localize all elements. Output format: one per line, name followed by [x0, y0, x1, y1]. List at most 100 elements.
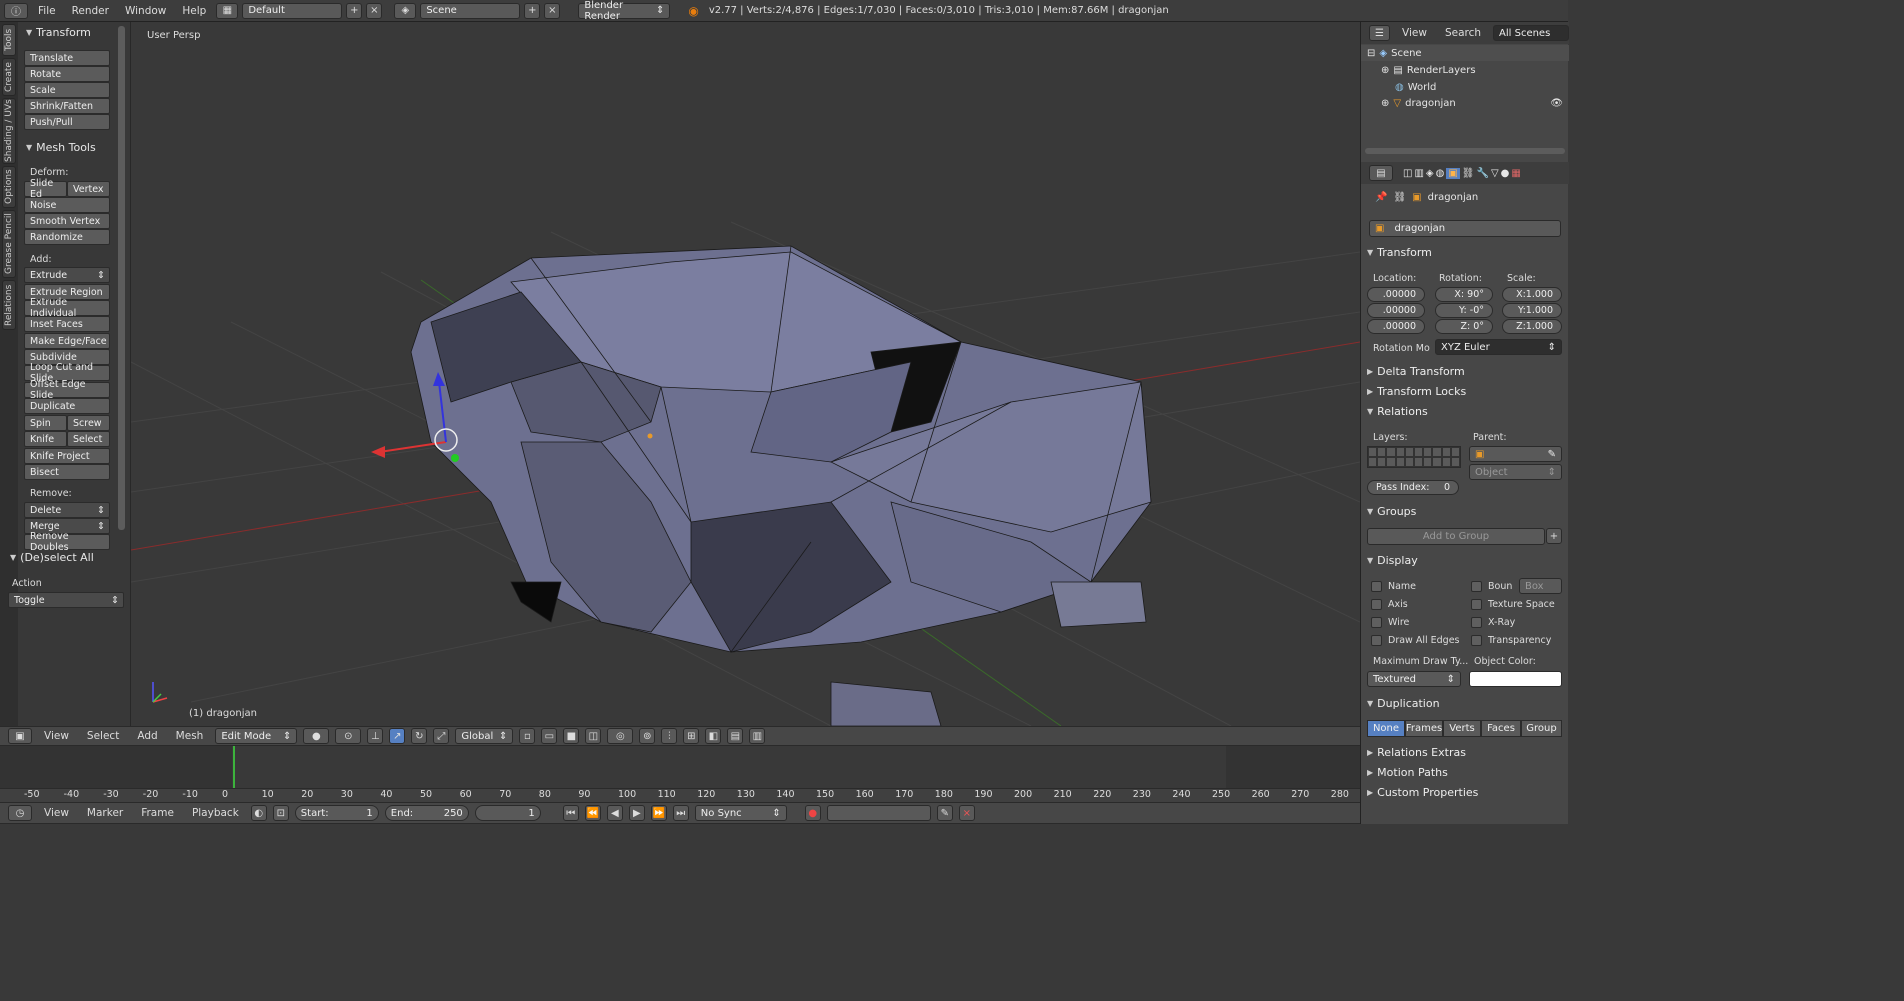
inset-faces-button[interactable]: Inset Faces [24, 316, 110, 332]
constraints-tab-icon[interactable]: ⛓ [1462, 168, 1475, 179]
limit-selection-icon[interactable]: ◫ [585, 728, 602, 744]
scale-button[interactable]: Scale [24, 82, 110, 98]
current-frame-marker[interactable] [233, 746, 235, 790]
menu-select[interactable]: Select [81, 730, 125, 742]
draw-all-edges-checkbox[interactable] [1371, 635, 1382, 646]
occlude-geometry-icon[interactable]: ◧ [705, 728, 722, 744]
rotation-y-field[interactable]: Y: -0° [1435, 303, 1493, 318]
scale-y-field[interactable]: Y:1.000 [1502, 303, 1562, 318]
remove-doubles-button[interactable]: Remove Doubles [24, 531, 110, 553]
menu-frame[interactable]: Frame [135, 807, 180, 819]
render-layers-tab-icon[interactable]: ▥ [1414, 168, 1423, 179]
location-y-field[interactable]: .00000 [1367, 303, 1425, 318]
knife-button[interactable]: Knife [24, 431, 67, 447]
rotation-z-field[interactable]: Z: 0° [1435, 319, 1493, 334]
menu-file[interactable]: File [32, 5, 62, 17]
car-mesh[interactable] [410, 245, 1152, 726]
location-x-field[interactable]: .00000 [1367, 287, 1425, 302]
tab-create[interactable]: Create [2, 58, 16, 96]
parent-field[interactable]: ▣ ✎ [1469, 446, 1562, 462]
outliner-row-world[interactable]: ◍ World [1395, 79, 1569, 95]
menu-marker[interactable]: Marker [81, 807, 129, 819]
record-icon[interactable]: ● [804, 805, 821, 821]
menu-playback[interactable]: Playback [186, 807, 245, 819]
bisect-button[interactable]: Bisect [24, 464, 110, 480]
orientation-dropdown[interactable]: Global ⇕ [455, 728, 514, 744]
dup-tab-group[interactable]: Group [1521, 720, 1562, 737]
opengl-render-icon[interactable]: ▥ [749, 728, 766, 744]
sync-dropdown[interactable]: No Sync ⇕ [694, 805, 787, 821]
mode-dropdown[interactable]: Edit Mode ⇕ [215, 728, 298, 744]
face-select-icon[interactable]: ■ [563, 728, 580, 744]
modifiers-tab-icon[interactable]: 🔧 [1477, 168, 1489, 179]
edge-select-icon[interactable]: ▭ [541, 728, 558, 744]
editor-type-info-icon[interactable]: ⓘ [4, 2, 28, 19]
menu-view[interactable]: View [38, 807, 75, 819]
spin-button[interactable]: Spin [24, 415, 67, 431]
tab-grease-pencil[interactable]: Grease Pencil [2, 210, 16, 278]
knife-select-button[interactable]: Select [67, 431, 110, 447]
editor-type-3d-icon[interactable]: ▣ [8, 728, 32, 744]
rotate-button[interactable]: Rotate [24, 66, 110, 82]
max-draw-type-dropdown[interactable]: Textured ⇕ [1367, 671, 1461, 687]
axis-checkbox[interactable] [1371, 599, 1382, 610]
vertex-select-icon[interactable]: ▫ [519, 728, 536, 744]
delta-transform-panel-header[interactable]: ▶ Delta Transform [1367, 365, 1465, 378]
texture-space-checkbox[interactable] [1471, 599, 1482, 610]
action-dropdown[interactable]: Toggle ⇕ [8, 592, 124, 608]
wire-checkbox[interactable] [1371, 617, 1382, 628]
world-tab-icon[interactable]: ◍ [1436, 168, 1445, 179]
object-name-field[interactable]: ▣ dragonjan [1369, 220, 1561, 237]
shrink-fatten-button[interactable]: Shrink/Fatten [24, 98, 110, 114]
translate-manipulator-icon[interactable]: ↗ [389, 728, 406, 744]
menu-search[interactable]: Search [1439, 27, 1487, 39]
duplicate-button[interactable]: Duplicate [24, 398, 110, 414]
menu-view[interactable]: View [38, 730, 75, 742]
translate-button[interactable]: Translate [24, 50, 110, 66]
scale-z-field[interactable]: Z:1.000 [1502, 319, 1562, 334]
rotation-mode-dropdown[interactable]: XYZ Euler ⇕ [1435, 339, 1562, 355]
pass-index-field[interactable]: Pass Index: 0 [1367, 480, 1459, 495]
material-tab-icon[interactable]: ● [1501, 168, 1510, 179]
end-frame-field[interactable]: End: 250 [384, 805, 469, 821]
outliner-row-scene[interactable]: ⊟ ◈ Scene [1361, 45, 1569, 61]
dup-tab-verts[interactable]: Verts [1443, 720, 1481, 737]
groups-panel-header[interactable]: ▼ Groups [1367, 505, 1416, 518]
duplication-panel-header[interactable]: ▼ Duplication [1367, 697, 1440, 710]
display-panel-header[interactable]: ▼ Display [1367, 554, 1418, 567]
tab-tools[interactable]: Tools [2, 24, 16, 56]
add-to-group-button[interactable]: Add to Group [1367, 528, 1545, 545]
outliner-row-dragonjan[interactable]: ⊕ ▽ dragonjan 👁 [1381, 95, 1569, 111]
make-edge-face-button[interactable]: Make Edge/Face [24, 333, 110, 349]
noise-button[interactable]: Noise [24, 197, 110, 213]
knife-project-button[interactable]: Knife Project [24, 448, 110, 464]
dup-tab-frames[interactable]: Frames [1405, 720, 1443, 737]
scale-x-field[interactable]: X:1.000 [1502, 287, 1562, 302]
tab-shading-uvs[interactable]: Shading / UVs [2, 98, 16, 164]
relations-panel-header[interactable]: ▼ Relations [1367, 405, 1428, 418]
snap-toggle-icon[interactable]: ⊚ [639, 728, 656, 744]
pin-icon[interactable]: 📌 [1375, 192, 1387, 203]
add-group-plus-icon[interactable]: + [1546, 528, 1562, 544]
delete-keyframe-icon[interactable]: × [958, 805, 975, 821]
transform-panel-header[interactable]: ▼ Transform [26, 26, 91, 39]
outliner-scrollbar[interactable] [1365, 148, 1565, 154]
xray-checkbox[interactable] [1471, 617, 1482, 628]
parent-type-dropdown[interactable]: Object ⇕ [1469, 464, 1562, 480]
start-frame-field[interactable]: Start: 1 [294, 805, 379, 821]
add-layout-icon[interactable]: + [346, 2, 363, 19]
tool-shelf-scrollbar[interactable] [118, 26, 125, 530]
menu-mesh[interactable]: Mesh [170, 730, 210, 742]
randomize-button[interactable]: Randomize [24, 229, 110, 245]
transform-panel-header[interactable]: ▼ Transform [1367, 246, 1432, 259]
rotation-x-field[interactable]: X: 90° [1435, 287, 1493, 302]
editor-type-properties-icon[interactable]: ▤ [1369, 165, 1393, 181]
delete-dropdown[interactable]: Delete ⇕ [24, 502, 110, 518]
timeline-area[interactable]: -50 -40 -30 -20 -10 0 10 20 30 40 50 60 70 80 90 100 110… [0, 746, 1360, 802]
name-checkbox[interactable] [1371, 581, 1382, 592]
keying-set-field[interactable] [826, 805, 931, 821]
push-pull-button[interactable]: Push/Pull [24, 114, 110, 130]
slide-edge-button[interactable]: Slide Ed [24, 178, 67, 200]
tab-options[interactable]: Options [2, 166, 16, 208]
pivot-point-icon[interactable]: ⊙ [335, 728, 362, 744]
